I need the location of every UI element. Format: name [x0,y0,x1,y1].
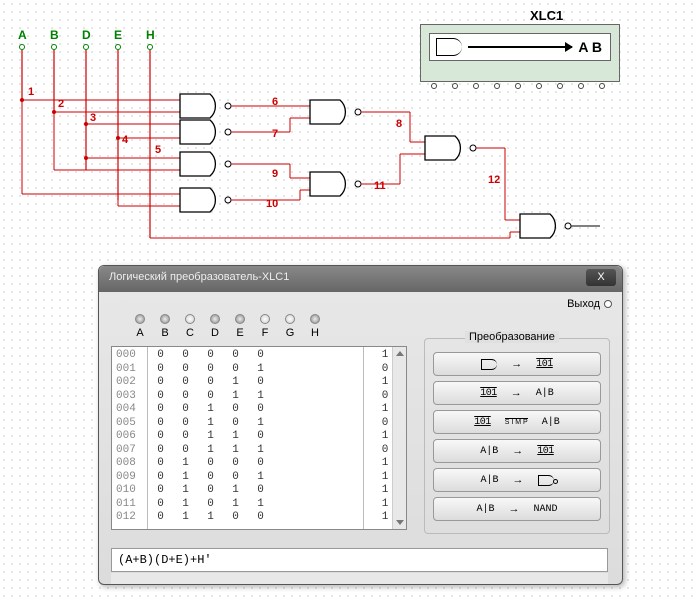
xlc-pin-0[interactable] [431,83,437,89]
and-gate-icon [436,38,462,56]
convert-button-1[interactable]: 101→A|B [433,381,601,405]
conversion-group: Преобразование →101101→A|B101S I M PA|BA… [424,338,610,534]
group-label: Преобразование [465,331,559,343]
row-index: 000 [112,349,147,363]
row-inputs: 01100 [148,511,363,525]
row-inputs: 01001 [148,471,363,485]
row-inputs: 00111 [148,444,363,458]
truth-table[interactable]: 000001002003004005006007008009010011012 … [111,346,407,530]
nand-gate-3 [180,152,231,176]
logic-converter-window: Логический преобразователь-XLC1 X Выход … [98,265,623,585]
arrow-icon: → [509,503,520,515]
xlc-pin-5[interactable] [536,83,542,89]
row-inputs: 00101 [148,417,363,431]
arrow-icon: → [512,445,523,457]
row-inputs: 01000 [148,457,363,471]
xlc-component[interactable]: A B [420,24,620,82]
column-label-a: A [136,327,143,339]
row-index: 011 [112,498,147,512]
row-index: 010 [112,484,147,498]
nand-gate-2 [180,120,231,144]
row-index: 005 [112,417,147,431]
row-inputs: 00000 [148,349,363,363]
convert-button-2[interactable]: 101S I M PA|B [433,410,601,434]
xlc-pin-8[interactable] [599,83,605,89]
row-index: 002 [112,376,147,390]
xlc-ab-label: A B [578,39,602,55]
column-label-e: E [236,327,243,339]
column-toggle-h[interactable] [310,314,320,324]
expression-field[interactable]: (A+B)(D+E)+H' [111,548,608,572]
row-index: 007 [112,444,147,458]
arrow-icon: → [511,358,522,370]
row-index: 004 [112,403,147,417]
row-inputs: 01010 [148,484,363,498]
column-toggle-e[interactable] [235,314,245,324]
nand-gate-5 [310,100,361,124]
xlc-pin-4[interactable] [515,83,521,89]
row-inputs: 00110 [148,430,363,444]
xlc-pin-7[interactable] [578,83,584,89]
row-index: 003 [112,390,147,404]
nand-gate-8 [520,214,571,238]
column-toggle-d[interactable] [210,314,220,324]
output-label: Выход [567,298,600,310]
nand-gate-1 [180,94,231,118]
row-index: 008 [112,457,147,471]
xlc-pin-3[interactable] [494,83,500,89]
title-text: Логический преобразователь-XLC1 [109,271,289,283]
column-label-f: F [262,327,269,339]
convert-button-5[interactable]: A|B→NAND [433,497,601,521]
scrollbar-horizontal[interactable] [111,573,608,584]
circuit-diagram: ABDEH 123456789101112 [0,0,697,265]
nand-gate-6 [310,172,361,196]
nand-gate-7 [425,136,476,160]
output-terminal-icon [604,300,612,308]
row-inputs: 00001 [148,363,363,377]
xlc-label: XLC1 [530,8,563,23]
arrow-icon: → [511,387,522,399]
arrow-icon: S I M P [505,418,528,426]
column-toggle-g[interactable] [285,314,295,324]
row-inputs: 01011 [148,498,363,512]
scrollbar-vertical[interactable] [392,347,406,529]
row-inputs: 00010 [148,376,363,390]
close-button[interactable]: X [586,269,616,286]
xlc-pin-2[interactable] [473,83,479,89]
arrow-right-icon [468,46,572,48]
xlc-pin-1[interactable] [452,83,458,89]
column-toggle-b[interactable] [160,314,170,324]
arrow-icon: → [513,474,524,486]
column-label-b: B [161,327,168,339]
gate-icon [538,475,554,486]
xlc-inner: A B [429,33,611,61]
nand-gate-4 [180,188,231,212]
row-index: 012 [112,511,147,525]
gate-icon [481,359,497,370]
convert-button-3[interactable]: A|B→101 [433,439,601,463]
column-label-c: C [186,327,194,339]
row-inputs: 00100 [148,403,363,417]
column-toggle-a[interactable] [135,314,145,324]
row-inputs: 00011 [148,390,363,404]
row-index: 006 [112,430,147,444]
column-toggle-f[interactable] [260,314,270,324]
xlc-pin-6[interactable] [557,83,563,89]
column-label-h: H [311,327,319,339]
row-index: 009 [112,471,147,485]
row-index: 001 [112,363,147,377]
column-toggle-c[interactable] [185,314,195,324]
convert-button-4[interactable]: A|B→ [433,468,601,492]
column-label-d: D [211,327,219,339]
window-title[interactable]: Логический преобразователь-XLC1 X [99,266,622,292]
column-selectors: A B C D E F G H [135,314,320,339]
column-label-g: G [286,327,295,339]
convert-button-0[interactable]: →101 [433,352,601,376]
